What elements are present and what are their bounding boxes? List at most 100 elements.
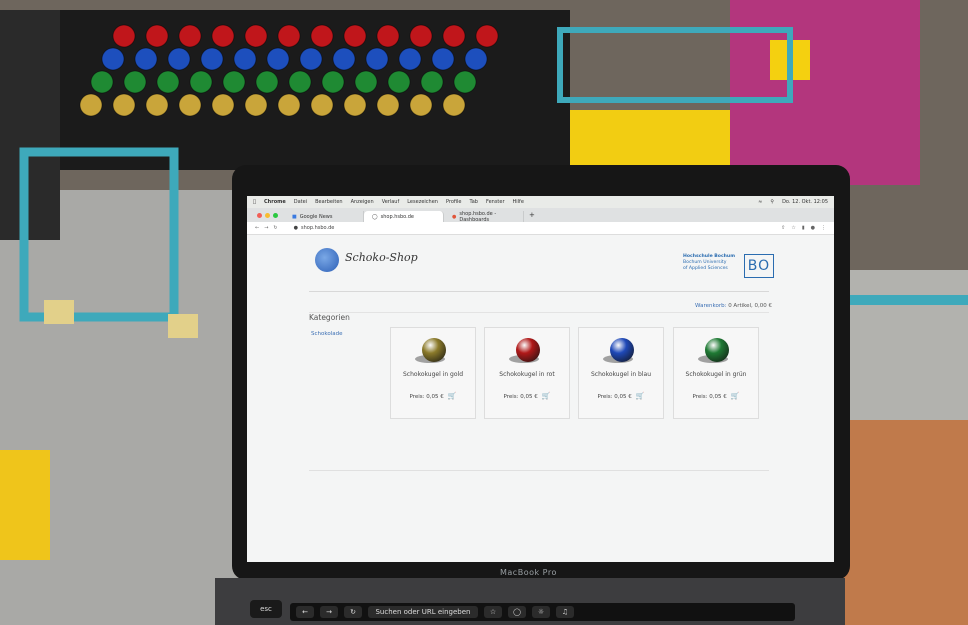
globe-icon: ◯ bbox=[372, 213, 378, 220]
touchbar-volume-icon[interactable]: ♫ bbox=[556, 606, 574, 618]
search-icon[interactable]: ⚲ bbox=[770, 199, 774, 205]
tab-shop[interactable]: ◯ shop.hsbo.de bbox=[364, 211, 444, 222]
category-link-schokolade[interactable]: Schokolade bbox=[311, 331, 343, 337]
cart-summary[interactable]: Warenkorb: 0 Artikel, 0,00 € bbox=[695, 303, 772, 309]
touchbar-tab-icon[interactable]: ◯ bbox=[508, 606, 526, 618]
product-price: Preis: 0,05 € 🛒 bbox=[503, 392, 551, 400]
dispenser-ball bbox=[244, 93, 268, 117]
esc-key[interactable]: esc bbox=[250, 600, 282, 618]
chocolate-ball-image bbox=[610, 338, 634, 362]
dispenser-ball bbox=[134, 47, 158, 71]
dispenser-ball bbox=[321, 70, 345, 94]
add-to-cart-icon[interactable]: 🛒 bbox=[448, 392, 457, 400]
dispenser-ball bbox=[475, 24, 499, 48]
dispenser-ball bbox=[365, 47, 389, 71]
menu-lesezeichen[interactable]: Lesezeichen bbox=[407, 199, 438, 205]
dispenser-ball bbox=[343, 24, 367, 48]
touchbar-brightness-icon[interactable]: ☼ bbox=[532, 606, 550, 618]
add-to-cart-icon[interactable]: 🛒 bbox=[636, 392, 645, 400]
tab-favicon-icon: ■ bbox=[292, 213, 297, 220]
product-card-gold[interactable]: Schokokugel in gold Preis: 0,05 € 🛒 bbox=[390, 327, 476, 419]
dispenser-ball bbox=[376, 93, 400, 117]
bookmark-star-icon[interactable]: ☆ bbox=[791, 225, 795, 231]
apple-icon[interactable]:  bbox=[253, 199, 256, 205]
dispenser-ball bbox=[420, 70, 444, 94]
dispenser-ball bbox=[409, 24, 433, 48]
profile-avatar[interactable]: ● bbox=[811, 225, 815, 231]
forward-icon[interactable]: → bbox=[264, 225, 268, 231]
dispenser-ball bbox=[310, 24, 334, 48]
product-price: Preis: 0,05 € 🛒 bbox=[692, 392, 740, 400]
shop-page: Schoko-Shop Hochschule Bochum Bochum Uni… bbox=[247, 235, 834, 562]
url-field[interactable]: shop.hsbo.de bbox=[301, 225, 334, 231]
chocolate-ball-image bbox=[705, 338, 729, 362]
touchbar-star-icon[interactable]: ☆ bbox=[484, 606, 502, 618]
product-name[interactable]: Schokokugel in blau bbox=[579, 371, 663, 378]
tab-dashboards[interactable]: ● shop.hsbo.de - Dashboards bbox=[444, 211, 524, 223]
dispenser-ball bbox=[145, 24, 169, 48]
university-logo[interactable]: BO bbox=[744, 254, 774, 278]
touchbar-back-icon[interactable]: ← bbox=[296, 606, 314, 618]
menu-profile[interactable]: Profile bbox=[446, 199, 462, 205]
dispenser-ball bbox=[376, 24, 400, 48]
dispenser-side bbox=[0, 10, 60, 240]
chocolate-ball-image bbox=[422, 338, 446, 362]
touchbar-forward-icon[interactable]: → bbox=[320, 606, 338, 618]
share-icon[interactable]: ⇧ bbox=[781, 225, 785, 231]
dispenser-ball bbox=[211, 93, 235, 117]
tab-google-news[interactable]: ■ Google News bbox=[284, 211, 364, 222]
cart-link[interactable]: Warenkorb: bbox=[695, 303, 726, 309]
menu-tab[interactable]: Tab bbox=[470, 199, 478, 205]
sidebar-icon[interactable]: ▮ bbox=[802, 225, 805, 231]
grey-baseplate-right bbox=[840, 270, 968, 420]
teal-rail bbox=[850, 295, 968, 305]
university-name: Hochschule Bochum Bochum University of A… bbox=[683, 254, 735, 271]
new-tab-button[interactable]: + bbox=[524, 211, 540, 222]
back-icon[interactable]: ← bbox=[255, 225, 259, 231]
wifi-icon[interactable]: ≈ bbox=[758, 199, 762, 205]
menubar-clock[interactable]: Do. 12. Okt. 12:05 bbox=[782, 199, 828, 205]
add-to-cart-icon[interactable]: 🛒 bbox=[542, 392, 551, 400]
product-name[interactable]: Schokokugel in gold bbox=[391, 371, 475, 378]
product-name[interactable]: Schokokugel in grün bbox=[674, 371, 758, 378]
close-window-button[interactable] bbox=[257, 213, 262, 218]
dispenser-ball bbox=[299, 47, 323, 71]
dispenser-ball bbox=[112, 24, 136, 48]
dispenser-ball bbox=[387, 70, 411, 94]
more-menu-icon[interactable]: ⋮ bbox=[821, 225, 826, 231]
add-to-cart-icon[interactable]: 🛒 bbox=[731, 392, 740, 400]
product-price: Preis: 0,05 € 🛒 bbox=[409, 392, 457, 400]
zoom-window-button[interactable] bbox=[273, 213, 278, 218]
reload-icon[interactable]: ↻ bbox=[273, 225, 277, 231]
dispenser-ball bbox=[90, 70, 114, 94]
menu-fenster[interactable]: Fenster bbox=[486, 199, 505, 205]
menu-verlauf[interactable]: Verlauf bbox=[382, 199, 400, 205]
dispenser-ball bbox=[409, 93, 433, 117]
dispenser-ball bbox=[79, 93, 103, 117]
minimize-window-button[interactable] bbox=[265, 213, 270, 218]
laptop-screen:  Chrome Datei Bearbeiten Anzeigen Verla… bbox=[247, 196, 834, 562]
menu-anzeigen[interactable]: Anzeigen bbox=[351, 199, 374, 205]
product-card-green[interactable]: Schokokugel in grün Preis: 0,05 € 🛒 bbox=[673, 327, 759, 419]
touchbar-reload-icon[interactable]: ↻ bbox=[344, 606, 362, 618]
dispenser-ball bbox=[354, 70, 378, 94]
menu-hilfe[interactable]: Hilfe bbox=[513, 199, 524, 205]
touchbar-search[interactable]: Suchen oder URL eingeben bbox=[368, 606, 478, 618]
menu-app-name[interactable]: Chrome bbox=[264, 199, 286, 205]
tab-strip: ■ Google News ◯ shop.hsbo.de ● shop.hsbo… bbox=[247, 208, 834, 223]
product-card-red[interactable]: Schokokugel in rot Preis: 0,05 € 🛒 bbox=[484, 327, 570, 419]
dispenser-ball bbox=[178, 93, 202, 117]
lock-icon[interactable]: ● bbox=[294, 225, 298, 231]
menu-bearbeiten[interactable]: Bearbeiten bbox=[315, 199, 342, 205]
dispenser-ball bbox=[464, 47, 488, 71]
dispenser-ball bbox=[244, 24, 268, 48]
menu-datei[interactable]: Datei bbox=[294, 199, 307, 205]
product-card-blue[interactable]: Schokokugel in blau Preis: 0,05 € 🛒 bbox=[578, 327, 664, 419]
product-price: Preis: 0,05 € 🛒 bbox=[597, 392, 645, 400]
touch-bar: ← → ↻ Suchen oder URL eingeben ☆ ◯ ☼ ♫ bbox=[290, 603, 795, 621]
laptop-brand-label: MacBook Pro bbox=[500, 568, 557, 577]
shop-logo-text[interactable]: Schoko-Shop bbox=[345, 251, 418, 264]
product-name[interactable]: Schokokugel in rot bbox=[485, 371, 569, 378]
cart-value: 0 Artikel, 0,00 € bbox=[728, 303, 773, 309]
shop-logo-icon[interactable] bbox=[315, 248, 339, 272]
